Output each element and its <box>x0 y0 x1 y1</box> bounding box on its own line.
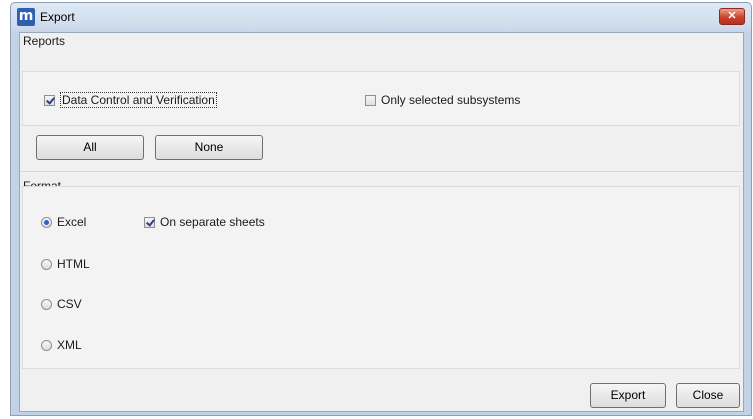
title-bar[interactable]: m Export ✕ <box>11 3 751 31</box>
none-button[interactable]: None <box>155 135 263 160</box>
checkbox-box[interactable] <box>144 216 155 228</box>
dialog-body: Reports Data Control and Verification On… <box>19 32 744 412</box>
export-button[interactable]: Export <box>590 383 666 408</box>
group-separator <box>20 171 743 172</box>
xml-label: XML <box>57 338 82 352</box>
window-title: Export <box>40 10 75 24</box>
format-panel <box>22 186 740 369</box>
excel-label: Excel <box>57 215 87 229</box>
radio-button[interactable] <box>41 339 52 351</box>
format-xml-radio[interactable]: XML <box>41 338 82 352</box>
csv-label: CSV <box>57 297 82 311</box>
close-button[interactable]: Close <box>676 383 740 408</box>
data-control-checkbox[interactable]: Data Control and Verification <box>44 92 217 108</box>
separate-sheets-checkbox[interactable]: On separate sheets <box>144 215 265 229</box>
all-button[interactable]: All <box>36 135 144 160</box>
format-excel-radio[interactable]: Excel <box>41 215 86 229</box>
format-csv-radio[interactable]: CSV <box>41 297 82 311</box>
only-selected-subsystems-checkbox[interactable]: Only selected subsystems <box>365 93 520 107</box>
export-dialog-window: m Export ✕ Reports Data Control and Veri… <box>10 2 752 416</box>
radio-button[interactable] <box>41 258 52 270</box>
html-label: HTML <box>57 257 90 271</box>
app-logo-icon: m <box>17 8 35 26</box>
format-html-radio[interactable]: HTML <box>41 257 90 271</box>
separate-sheets-label: On separate sheets <box>160 215 265 229</box>
checkbox-box[interactable] <box>44 94 55 106</box>
reports-group-title: Reports <box>23 34 66 48</box>
only-selected-subsystems-label: Only selected subsystems <box>381 93 521 107</box>
window-close-button[interactable]: ✕ <box>719 8 745 25</box>
data-control-label: Data Control and Verification <box>60 92 217 108</box>
checkbox-box[interactable] <box>365 94 376 106</box>
radio-button[interactable] <box>41 216 52 228</box>
radio-button[interactable] <box>41 298 52 310</box>
